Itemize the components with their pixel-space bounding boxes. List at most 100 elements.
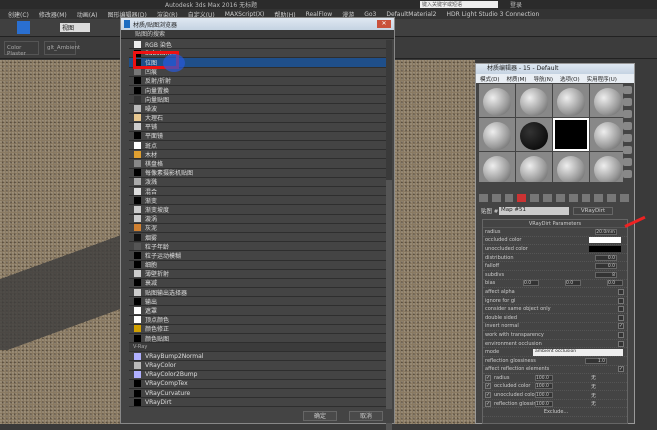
backlight-icon[interactable]: [623, 98, 632, 106]
checkbox[interactable]: [618, 331, 624, 338]
map-enable-checkbox[interactable]: ✓: [485, 383, 491, 390]
copy-material-icon[interactable]: [530, 194, 540, 202]
bias-x-spinner[interactable]: 0.0: [523, 280, 539, 287]
viewport-left[interactable]: [0, 60, 120, 424]
go-to-parent-icon[interactable]: [607, 194, 617, 202]
ribbon-button[interactable]: glt_Ambient: [44, 41, 80, 55]
search-bar[interactable]: 贴图的搜索: [121, 30, 394, 39]
map-button[interactable]: 无: [591, 374, 596, 381]
scrollbar[interactable]: [386, 40, 392, 430]
menu-item[interactable]: 修改器(M): [39, 10, 67, 19]
sample-slot[interactable]: [590, 152, 623, 182]
show-map-icon[interactable]: [581, 194, 591, 202]
sample-slot[interactable]: [516, 84, 552, 117]
material-id-icon[interactable]: [568, 194, 578, 202]
param-spinner[interactable]: 0.0: [595, 263, 617, 270]
sample-slot[interactable]: [479, 118, 515, 151]
make-preview-icon[interactable]: [623, 146, 632, 154]
sample-slot[interactable]: [553, 152, 589, 182]
assign-material-icon[interactable]: [504, 194, 514, 202]
select-by-material-icon[interactable]: [623, 170, 632, 178]
ribbon-button[interactable]: Color Plaster: [4, 41, 39, 57]
map-list-item[interactable]: RGB 染色: [129, 40, 389, 50]
make-unique-icon[interactable]: [543, 194, 552, 202]
map-list-item[interactable]: 泼溅: [129, 178, 389, 187]
background-icon[interactable]: [623, 110, 632, 118]
map-amount-spinner[interactable]: 100.0: [535, 374, 553, 381]
refl-gloss-spinner[interactable]: 1.0: [585, 357, 607, 364]
search-input[interactable]: 键入关键字或短语: [420, 1, 498, 8]
checkbox[interactable]: [618, 306, 624, 313]
map-list-item[interactable]: 向量贴图: [129, 95, 389, 105]
map-list-item[interactable]: 噪波: [129, 104, 389, 114]
map-list-item[interactable]: VRayColor2Bump: [129, 371, 389, 380]
sample-slot[interactable]: [516, 118, 552, 151]
bias-z-spinner[interactable]: 0.0: [607, 280, 623, 287]
put-to-library-icon[interactable]: [555, 194, 565, 202]
sample-slot[interactable]: [590, 118, 623, 151]
editor-menu-item[interactable]: 选项(O): [560, 75, 580, 83]
map-amount-spinner[interactable]: 100.0: [535, 400, 553, 407]
map-button[interactable]: 无: [591, 400, 596, 407]
sample-slot[interactable]: [479, 84, 515, 117]
reference-coordinate-select[interactable]: 视图: [60, 23, 90, 32]
map-list-item[interactable]: 灰泥: [129, 224, 389, 233]
map-list-item[interactable]: 每像素摄影机贴图: [129, 169, 389, 178]
editor-menu-item[interactable]: 导航(N): [534, 75, 553, 83]
map-list-item[interactable]: 大理石: [129, 114, 389, 123]
param-spinner[interactable]: 20.0mm: [595, 228, 617, 235]
checkbox[interactable]: ✓: [618, 366, 624, 373]
viewport-right[interactable]: [395, 60, 475, 424]
editor-menu-item[interactable]: 模式(D): [480, 75, 500, 83]
reset-icon[interactable]: [517, 194, 527, 202]
exclude-button[interactable]: Exclude...: [544, 409, 568, 415]
checkbox[interactable]: [618, 297, 624, 304]
map-enable-checkbox[interactable]: ✓: [485, 400, 491, 407]
sample-slot[interactable]: [479, 152, 515, 182]
map-amount-spinner[interactable]: 100.0: [535, 392, 553, 399]
video-check-icon[interactable]: [623, 134, 632, 142]
bias-y-spinner[interactable]: 0.0: [565, 280, 581, 287]
menu-item[interactable]: HDR Light Studio 3 Connection: [447, 11, 540, 18]
map-list-item[interactable]: 贴图输出选择器: [129, 288, 389, 298]
editor-menu-item[interactable]: 实用程序(U): [587, 75, 617, 83]
param-spinner[interactable]: 0.0: [595, 254, 617, 261]
ok-button[interactable]: 确定: [303, 411, 337, 421]
select-move-icon[interactable]: [17, 21, 30, 34]
map-list-item[interactable]: 混合: [129, 187, 389, 197]
sample-slot[interactable]: [516, 152, 552, 182]
cancel-button[interactable]: 取消: [349, 411, 383, 421]
map-list-item[interactable]: 输出: [129, 297, 389, 307]
menu-item[interactable]: 动画(A): [77, 10, 98, 19]
group-header-vray[interactable]: V-Ray: [129, 343, 389, 353]
map-list-item[interactable]: 薄壁折射: [129, 270, 389, 279]
editor-menu-item[interactable]: 材质(M): [507, 75, 527, 83]
color-swatch[interactable]: [589, 245, 621, 252]
map-list-item[interactable]: 漩涡: [129, 215, 389, 224]
map-list-item[interactable]: 粒子运动模糊: [129, 251, 389, 261]
sample-slot[interactable]: [590, 84, 623, 117]
get-material-icon[interactable]: [479, 194, 488, 202]
map-list-item[interactable]: 颜色贴图: [129, 334, 389, 344]
go-forward-icon[interactable]: [620, 194, 629, 202]
map-list-item[interactable]: VRayDirt: [129, 398, 389, 408]
color-swatch[interactable]: [589, 237, 621, 244]
uv-tiling-icon[interactable]: [623, 122, 632, 130]
param-spinner[interactable]: 8: [595, 271, 617, 278]
map-list-item[interactable]: VRayColor: [129, 361, 389, 371]
map-name-input[interactable]: Map #51: [499, 207, 569, 215]
checkbox[interactable]: ✓: [618, 323, 624, 330]
sample-slot[interactable]: [553, 118, 589, 151]
map-button[interactable]: 无: [591, 392, 596, 399]
map-amount-spinner[interactable]: 100.0: [535, 383, 553, 390]
checkbox[interactable]: [618, 314, 624, 321]
sample-type-icon[interactable]: [623, 86, 632, 94]
map-list-item[interactable]: 木材: [129, 150, 389, 160]
rollout-header[interactable]: VRayDirt Parameters: [483, 220, 627, 228]
close-button[interactable]: ✕: [377, 20, 391, 28]
map-list-item[interactable]: 斑点: [129, 141, 389, 151]
mode-dropdown[interactable]: ambient occlusion: [533, 348, 623, 356]
map-button[interactable]: 无: [591, 383, 596, 390]
put-to-scene-icon[interactable]: [491, 194, 501, 202]
map-list-item[interactable]: 平面镜: [129, 132, 389, 142]
